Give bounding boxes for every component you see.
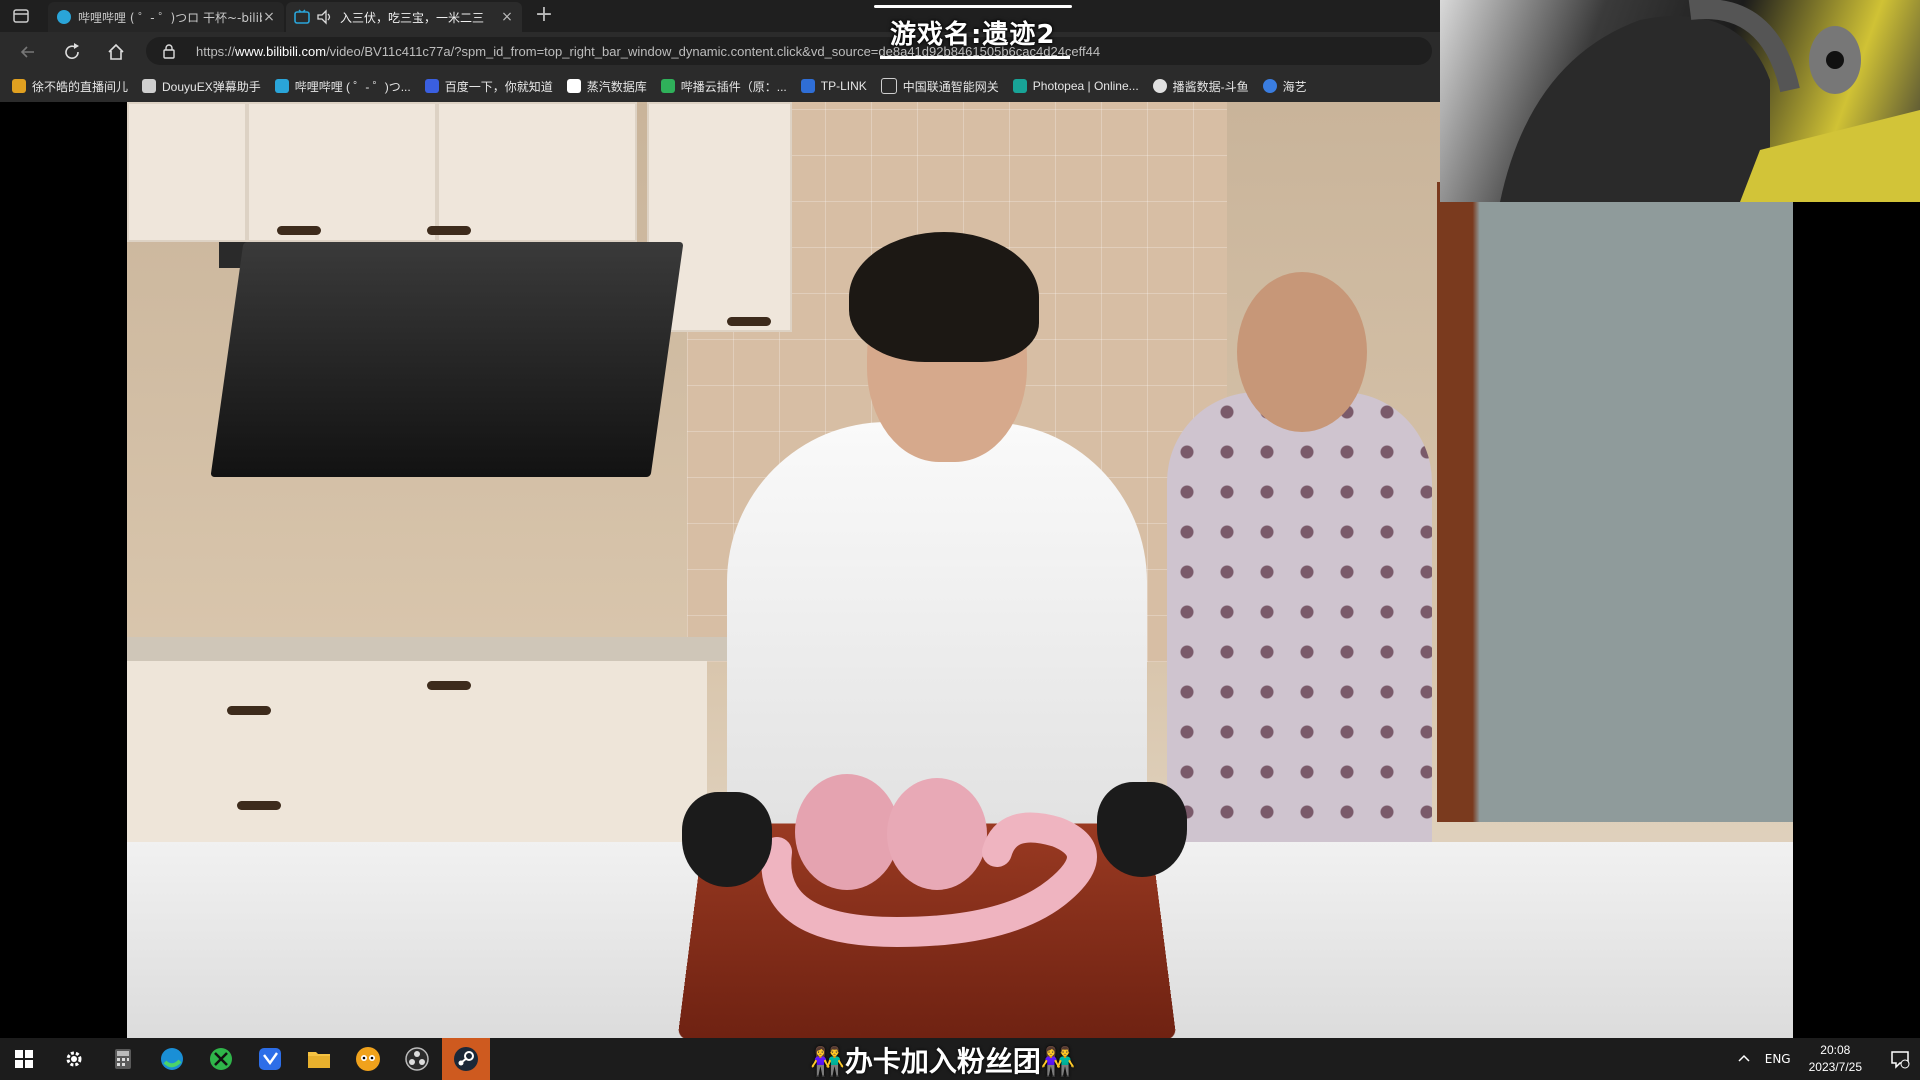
bookmark-favicon-icon bbox=[566, 79, 581, 93]
bookmark-item[interactable]: Photopea | Online... bbox=[1012, 79, 1139, 93]
refresh-icon[interactable] bbox=[60, 40, 84, 64]
bookmark-favicon-icon bbox=[880, 78, 897, 94]
bookmark-item[interactable]: 百度一下，你就知道 bbox=[424, 78, 553, 95]
bookmark-item[interactable]: 中国联通智能网关 bbox=[880, 78, 999, 95]
bookmark-item[interactable]: 播酱数据-斗鱼 bbox=[1152, 78, 1249, 95]
bookmark-item[interactable]: 徐不皓的直播间儿 bbox=[12, 78, 128, 95]
bilibili-favicon-icon bbox=[57, 10, 71, 24]
xbox-app-icon[interactable] bbox=[206, 1044, 236, 1074]
clock-date: 2023/7/25 bbox=[1808, 1060, 1862, 1074]
new-tab-button[interactable]: + bbox=[532, 4, 556, 28]
file-explorer-icon[interactable] bbox=[304, 1044, 334, 1074]
bookmark-item[interactable]: TP-LINK bbox=[800, 79, 867, 93]
system-tray: ENG 20:08 2023/7/25 bbox=[1737, 1038, 1920, 1080]
cabinet-handle bbox=[727, 317, 771, 326]
chef-hair bbox=[849, 232, 1039, 362]
address-bar-row: https://www.bilibili.com/video/BV11c411c… bbox=[0, 32, 1440, 70]
bookmarks-bar: 徐不皓的直播间儿 DouyuEX弹幕助手 哔哩哔哩 ( ゜- ゜)つ... 百度… bbox=[0, 70, 1440, 102]
upper-cabinet bbox=[247, 102, 437, 242]
steam-app-icon[interactable] bbox=[442, 1038, 490, 1080]
input-language-indicator[interactable]: ENG bbox=[1765, 1052, 1791, 1066]
douyu-app-icon[interactable] bbox=[353, 1044, 383, 1074]
cabinet-handle bbox=[427, 226, 471, 235]
bookmark-favicon-icon bbox=[1012, 79, 1027, 93]
tab-title: 哔哩哔哩 ( ゜- ゜)つロ 干杯~-bilibili bbox=[78, 10, 262, 25]
tab-close-icon[interactable]: × bbox=[262, 9, 276, 25]
person-in-pajamas bbox=[1167, 392, 1432, 912]
black-glove bbox=[1097, 782, 1187, 877]
overlay-underline bbox=[874, 5, 1072, 8]
tab-close-icon[interactable]: × bbox=[500, 9, 514, 25]
game-name-label: 游戏名:遗迹2 bbox=[890, 20, 1056, 50]
overlay-divider bbox=[880, 56, 1070, 59]
game-art-overlay bbox=[1440, 0, 1920, 202]
settings-gear-icon[interactable] bbox=[59, 1044, 89, 1074]
tab-title: 入三伏，吃三宝，一米二三 bbox=[340, 10, 485, 25]
upper-cabinet bbox=[127, 102, 247, 242]
clock-time: 20:08 bbox=[1820, 1043, 1851, 1057]
person-head bbox=[1237, 272, 1367, 432]
back-icon[interactable] bbox=[16, 40, 40, 64]
browser-window: 哔哩哔哩 ( ゜- ゜)つロ 干杯~-bilibili × 入三伏，吃三宝，一米… bbox=[0, 0, 1440, 102]
bookmark-item[interactable]: 蒸汽数据库 bbox=[566, 78, 647, 95]
speaker-icon[interactable] bbox=[316, 9, 334, 25]
bookmark-item[interactable]: 哔播云插件（原：... bbox=[660, 78, 787, 95]
windows-start-icon[interactable] bbox=[9, 1044, 39, 1074]
bookmark-item[interactable]: 哔哩哔哩 ( ゜- ゜)つ... bbox=[274, 78, 411, 95]
upper-cabinet bbox=[437, 102, 637, 242]
cabinet-handle bbox=[277, 226, 321, 235]
fan-club-banner: 👫办卡加入粉丝团👫 bbox=[810, 1045, 1076, 1078]
bilibili-tv-icon bbox=[294, 9, 310, 24]
bookmark-favicon-icon bbox=[1262, 79, 1277, 93]
notification-center-icon[interactable] bbox=[1880, 1038, 1920, 1080]
obs-studio-icon[interactable] bbox=[402, 1044, 432, 1074]
bookmark-favicon-icon bbox=[142, 79, 157, 93]
character-art-illustration bbox=[1500, 0, 1920, 202]
bookmark-item[interactable]: DouyuEX弹幕助手 bbox=[142, 78, 261, 95]
bookmark-favicon-icon bbox=[12, 79, 26, 93]
edge-browser-icon[interactable] bbox=[157, 1044, 187, 1074]
system-clock[interactable]: 20:08 2023/7/25 bbox=[1809, 1042, 1862, 1076]
tab-actions-icon[interactable] bbox=[12, 7, 30, 25]
bookmark-favicon-icon bbox=[424, 79, 439, 93]
bookmark-favicon-icon bbox=[1152, 79, 1167, 93]
bookmark-favicon-icon bbox=[274, 79, 289, 93]
bookmark-favicon-icon bbox=[800, 79, 815, 93]
calculator-icon[interactable] bbox=[108, 1044, 138, 1074]
bookmark-item[interactable]: 海艺 bbox=[1262, 78, 1307, 95]
home-icon[interactable] bbox=[104, 40, 128, 64]
glass-door bbox=[1437, 182, 1793, 822]
video-player[interactable] bbox=[127, 102, 1793, 1038]
black-glove bbox=[682, 792, 772, 887]
url-field[interactable]: https://www.bilibili.com/video/BV11c411c… bbox=[146, 37, 1432, 65]
tab-bilibili-home[interactable]: 哔哩哔哩 ( ゜- ゜)つロ 干杯~-bilibili × bbox=[48, 2, 284, 32]
tab-video[interactable]: 入三伏，吃三宝，一米二三 × bbox=[286, 2, 522, 32]
range-hood-glass bbox=[210, 242, 684, 477]
bookmark-favicon-icon bbox=[660, 79, 675, 93]
tab-strip: 哔哩哔哩 ( ゜- ゜)つロ 干杯~-bilibili × 入三伏，吃三宝，一米… bbox=[0, 0, 1440, 32]
chevron-up-icon[interactable] bbox=[1737, 1052, 1751, 1066]
feishu-app-icon[interactable] bbox=[255, 1044, 285, 1074]
lock-icon[interactable] bbox=[162, 43, 176, 59]
pork-intestine bbox=[761, 774, 1097, 948]
